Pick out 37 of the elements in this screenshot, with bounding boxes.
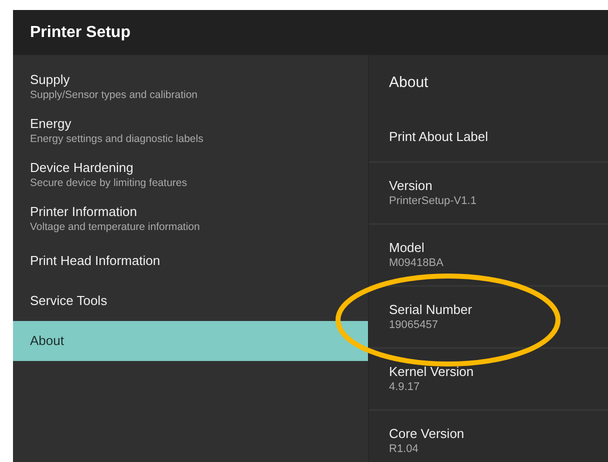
detail-value: 4.9.17 bbox=[389, 380, 421, 395]
nav-item-subtitle: Secure device by limiting features bbox=[30, 176, 188, 190]
detail-item[interactable]: Serial Number 19065457 bbox=[369, 287, 608, 349]
detail-item[interactable]: Core Version R1.04 bbox=[369, 411, 608, 462]
app-title: Printer Setup bbox=[30, 22, 130, 42]
nav-item-subtitle: Voltage and temperature information bbox=[30, 220, 201, 234]
nav-item[interactable]: Service Tools bbox=[13, 281, 368, 321]
nav-item-title: Printer Information bbox=[30, 204, 138, 220]
detail-title: Serial Number bbox=[389, 301, 474, 318]
detail-value: M09418BA bbox=[389, 256, 444, 271]
detail-title: Core Version bbox=[389, 425, 466, 442]
detail-value: PrinterSetup-V1.1 bbox=[389, 194, 478, 209]
detail-title: Print About Label bbox=[389, 128, 490, 144]
nav-item[interactable]: About bbox=[13, 321, 368, 361]
detail-item[interactable]: Model M09418BA bbox=[369, 225, 608, 287]
nav-item-subtitle: Supply/Sensor types and calibration bbox=[30, 88, 199, 102]
nav-item-title: About bbox=[30, 333, 65, 349]
nav-item-title: Service Tools bbox=[30, 293, 108, 309]
nav-item-subtitle: Energy settings and diagnostic labels bbox=[30, 132, 204, 146]
nav-item[interactable]: Energy Energy settings and diagnostic labels bbox=[13, 109, 368, 153]
nav-item-title: Energy bbox=[30, 116, 72, 132]
detail-title: Version bbox=[389, 177, 434, 194]
section-title: About bbox=[389, 72, 428, 93]
nav-item[interactable]: Supply Supply/Sensor types and calibration bbox=[13, 65, 368, 109]
nav-item[interactable]: Print Head Information bbox=[13, 241, 368, 281]
detail-value: 19065457 bbox=[389, 318, 439, 333]
detail-item[interactable]: Print About Label bbox=[369, 111, 608, 163]
nav-item-title: Supply bbox=[30, 72, 71, 88]
nav-item-title: Print Head Information bbox=[30, 253, 162, 269]
detail-item[interactable]: Kernel Version 4.9.17 bbox=[369, 349, 608, 411]
detail-value: R1.04 bbox=[389, 442, 420, 457]
detail-title: Kernel Version bbox=[389, 363, 475, 380]
detail-item[interactable]: Version PrinterSetup-V1.1 bbox=[369, 163, 608, 225]
detail-title: Model bbox=[389, 239, 426, 256]
nav-item[interactable]: Printer Information Voltage and temperature information bbox=[13, 197, 368, 241]
nav-item[interactable]: Device Hardening Secure device by limiting features bbox=[13, 153, 368, 197]
nav-item-title: Device Hardening bbox=[30, 160, 134, 176]
